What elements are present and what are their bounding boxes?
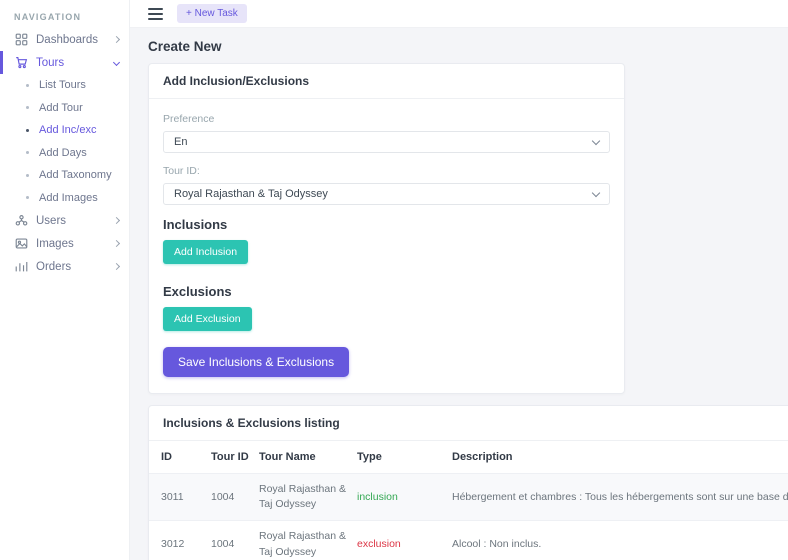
menu-icon[interactable] bbox=[148, 8, 163, 20]
chevron-right-icon bbox=[113, 36, 120, 43]
preference-select[interactable]: En bbox=[163, 131, 610, 153]
tour-id-label: Tour ID: bbox=[163, 165, 610, 177]
sidebar-subitem-add-tour[interactable]: Add Tour bbox=[0, 97, 129, 120]
cell-tour-name: Royal Rajasthan & Taj Odyssey bbox=[259, 474, 357, 521]
column-header-tour-id: Tour ID bbox=[211, 441, 259, 474]
cell-description: Hébergement et chambres : Tous les héber… bbox=[452, 474, 788, 521]
sidebar-item-label: Users bbox=[36, 215, 114, 227]
card-title: Add Inclusion/Exclusions bbox=[149, 64, 624, 99]
cell-tour-id: 1004 bbox=[211, 521, 259, 560]
preference-label: Preference bbox=[163, 113, 610, 125]
bullet-icon bbox=[26, 84, 29, 87]
chevron-right-icon bbox=[113, 240, 120, 247]
cart-icon bbox=[14, 56, 28, 70]
topbar: + New Task bbox=[130, 0, 788, 28]
sidebar-item-dashboards[interactable]: Dashboards bbox=[0, 28, 129, 51]
sidebar-item-label: Images bbox=[36, 238, 114, 250]
sidebar-subitem-label: Add Days bbox=[39, 147, 87, 159]
bullet-icon bbox=[26, 174, 29, 177]
inclusions-exclusions-listing-card: Inclusions & Exclusions listing IDTour I… bbox=[148, 405, 788, 560]
sidebar-subitem-add-inc-exc[interactable]: Add Inc/exc bbox=[0, 119, 129, 142]
cell-tour-id: 1004 bbox=[211, 474, 259, 521]
sidebar: NAVIGATION Dashboards Tours List Tours Add … bbox=[0, 0, 130, 560]
chevron-right-icon bbox=[113, 263, 120, 270]
listing-card-title: Inclusions & Exclusions listing bbox=[149, 406, 788, 441]
column-header-id: ID bbox=[149, 441, 211, 474]
chevron-right-icon bbox=[113, 217, 120, 224]
sidebar-subitem-label: Add Tour bbox=[39, 102, 83, 114]
sidebar-item-tours[interactable]: Tours bbox=[0, 51, 129, 74]
sidebar-item-images[interactable]: Images bbox=[0, 232, 129, 255]
table-header-row: IDTour IDTour NameTypeDescription bbox=[149, 441, 788, 474]
sidebar-subitem-list-tours[interactable]: List Tours bbox=[0, 74, 129, 97]
bullet-icon bbox=[26, 196, 29, 199]
chevron-down-icon bbox=[592, 188, 600, 196]
sidebar-subitem-label: List Tours bbox=[39, 79, 86, 91]
sidebar-item-label: Orders bbox=[36, 261, 114, 273]
sidebar-nav: Dashboards Tours List Tours Add Tour Add Inc… bbox=[0, 28, 129, 278]
tour-id-value: Royal Rajasthan & Taj Odyssey bbox=[174, 188, 328, 200]
column-header-type: Type bbox=[357, 441, 452, 474]
cell-id: 3011 bbox=[149, 474, 211, 521]
sidebar-subitem-add-taxonomy[interactable]: Add Taxonomy bbox=[0, 164, 129, 187]
exclusions-heading: Exclusions bbox=[163, 284, 610, 299]
sidebar-subitem-add-images[interactable]: Add Images bbox=[0, 187, 129, 210]
sidebar-item-users[interactable]: Users bbox=[0, 209, 129, 232]
cell-id: 3012 bbox=[149, 521, 211, 560]
tour-id-select[interactable]: Royal Rajasthan & Taj Odyssey bbox=[163, 183, 610, 205]
main-content: Create New Add Inclusion/Exclusions Pref… bbox=[130, 28, 788, 560]
add-inclusion-exclusion-card: Add Inclusion/Exclusions Preference En T… bbox=[148, 63, 625, 394]
chevron-down-icon bbox=[113, 59, 120, 66]
add-inclusion-button[interactable]: Add Inclusion bbox=[163, 240, 248, 264]
cell-tour-name: Royal Rajasthan & Taj Odyssey bbox=[259, 521, 357, 560]
chart-icon bbox=[14, 260, 28, 274]
preference-value: En bbox=[174, 136, 187, 148]
image-icon bbox=[14, 237, 28, 251]
new-task-button[interactable]: + New Task bbox=[177, 4, 247, 23]
inclusions-heading: Inclusions bbox=[163, 217, 610, 232]
nav-section-label: NAVIGATION bbox=[0, 0, 129, 28]
chevron-down-icon bbox=[592, 136, 600, 144]
users-icon bbox=[14, 214, 28, 228]
sidebar-subitem-label: Add Images bbox=[39, 192, 98, 204]
sidebar-item-label: Dashboards bbox=[36, 34, 114, 46]
inclusions-exclusions-table: IDTour IDTour NameTypeDescription 301110… bbox=[149, 441, 788, 560]
page-title: Create New bbox=[148, 39, 788, 54]
save-inclusions-exclusions-button[interactable]: Save Inclusions & Exclusions bbox=[163, 347, 349, 377]
grid-icon bbox=[14, 33, 28, 47]
table-row: 30121004Royal Rajasthan & Taj Odysseyexc… bbox=[149, 521, 788, 560]
column-header-tour-name: Tour Name bbox=[259, 441, 357, 474]
sidebar-item-label: Tours bbox=[36, 57, 114, 69]
cell-type: exclusion bbox=[357, 521, 452, 560]
add-exclusion-button[interactable]: Add Exclusion bbox=[163, 307, 252, 331]
table-row: 30111004Royal Rajasthan & Taj Odysseyinc… bbox=[149, 474, 788, 521]
sidebar-subitem-label: Add Inc/exc bbox=[39, 124, 96, 136]
cell-type: inclusion bbox=[357, 474, 452, 521]
bullet-icon bbox=[26, 129, 29, 132]
sidebar-item-orders[interactable]: Orders bbox=[0, 255, 129, 278]
bullet-icon bbox=[26, 151, 29, 154]
column-header-description: Description bbox=[452, 441, 788, 474]
bullet-icon bbox=[26, 106, 29, 109]
cell-description: Alcool : Non inclus. bbox=[452, 521, 788, 560]
sidebar-subitem-add-days[interactable]: Add Days bbox=[0, 142, 129, 165]
sidebar-subitem-label: Add Taxonomy bbox=[39, 169, 112, 181]
